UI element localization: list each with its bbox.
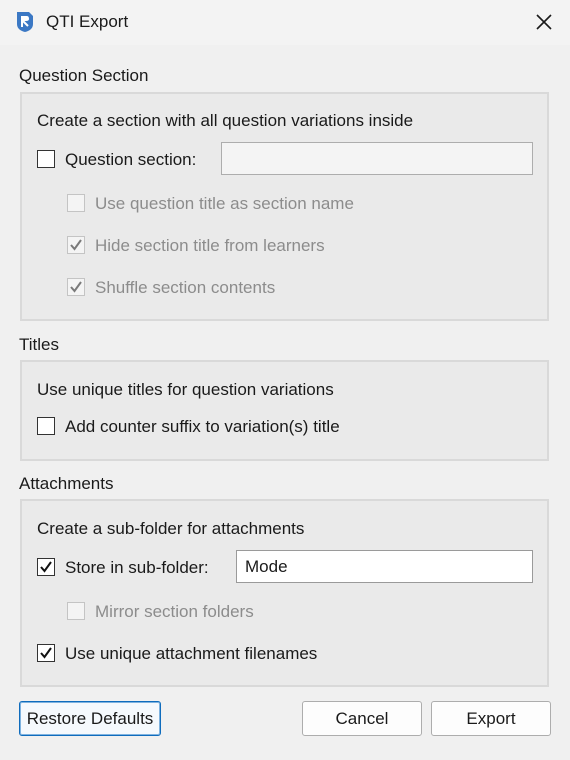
titles-heading: Titles [19,335,59,354]
question-section-checkbox-label[interactable]: Question section: [65,150,196,170]
titles-description: Use unique titles for question variation… [37,380,334,399]
subfolder-name-input[interactable] [236,550,533,583]
use-title-checkbox-label[interactable]: Use question title as section name [95,194,354,214]
mirror-folders-checkbox[interactable] [67,602,85,620]
attachments-description: Create a sub-folder for attachments [37,519,305,538]
store-subfolder-checkbox-label[interactable]: Store in sub-folder: [65,558,209,578]
close-icon [536,14,552,30]
checkmark-icon [40,647,52,659]
counter-suffix-checkbox-label[interactable]: Add counter suffix to variation(s) title [65,417,340,437]
question-section-checkbox[interactable] [37,150,55,168]
checkmark-icon [70,281,82,293]
app-logo-icon [15,11,35,33]
window-title: QTI Export [46,12,129,31]
question-section-heading: Question Section [19,66,149,85]
export-button[interactable]: Export [431,701,551,736]
unique-filenames-checkbox-label[interactable]: Use unique attachment filenames [65,644,317,664]
unique-filenames-checkbox[interactable] [37,644,55,662]
checkmark-icon [70,239,82,251]
title-bar: QTI Export [0,0,570,45]
restore-defaults-button[interactable]: Restore Defaults [19,701,161,736]
use-title-checkbox[interactable] [67,194,85,212]
hide-title-checkbox[interactable] [67,236,85,254]
close-button[interactable] [532,10,556,34]
hide-title-checkbox-label[interactable]: Hide section title from learners [95,236,325,256]
shuffle-checkbox-label[interactable]: Shuffle section contents [95,278,275,298]
question-section-description: Create a section with all question varia… [37,111,414,130]
cancel-button[interactable]: Cancel [302,701,422,736]
counter-suffix-checkbox[interactable] [37,417,55,435]
attachments-heading: Attachments [19,474,114,493]
store-subfolder-checkbox[interactable] [37,558,55,576]
mirror-folders-checkbox-label[interactable]: Mirror section folders [95,602,254,622]
checkmark-icon [40,561,52,573]
shuffle-checkbox[interactable] [67,278,85,296]
titles-group [20,360,549,461]
question-section-input[interactable] [221,142,533,175]
